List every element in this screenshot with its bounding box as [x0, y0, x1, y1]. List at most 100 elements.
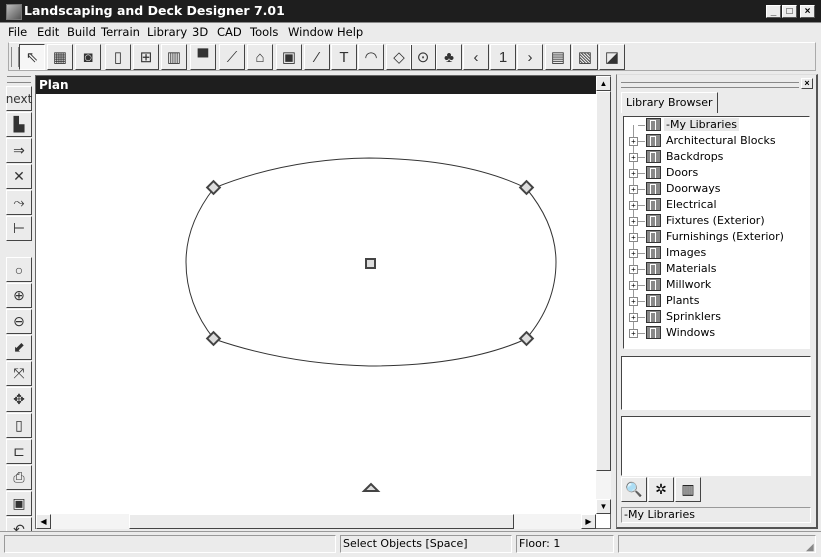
- save-button[interactable]: ▣: [6, 491, 32, 516]
- menu-terrain[interactable]: Terrain: [101, 25, 140, 39]
- floor-number-button[interactable]: 1: [490, 44, 516, 70]
- tree-item[interactable]: + Images: [624, 245, 809, 261]
- tree-item[interactable]: + Sprinklers: [624, 309, 809, 325]
- floor-up-button[interactable]: ›: [517, 44, 543, 70]
- dimension-button[interactable]: ⁄: [304, 44, 330, 70]
- left-toolbar-grip[interactable]: [7, 76, 31, 83]
- expand-icon[interactable]: +: [629, 137, 638, 146]
- tree-item[interactable]: + Materials: [624, 261, 809, 277]
- close-button[interactable]: ×: [800, 5, 815, 18]
- expand-icon[interactable]: +: [629, 313, 638, 322]
- menu-tools[interactable]: Tools: [250, 25, 278, 39]
- stairs-button[interactable]: ⟋: [219, 44, 245, 70]
- floppy-disk-icon: ▣: [12, 495, 26, 511]
- zoom-out-button[interactable]: ⊖: [6, 309, 32, 334]
- electrical-button[interactable]: ▣: [276, 44, 302, 70]
- resize-grip-icon[interactable]: ◢: [806, 542, 814, 553]
- vertical-scrollbar[interactable]: ▲ ▼: [596, 76, 611, 514]
- scroll-left-button[interactable]: ◀: [36, 514, 51, 529]
- tree-item[interactable]: + Backdrops: [624, 149, 809, 165]
- tree-item[interactable]: + Architectural Blocks: [624, 133, 809, 149]
- tree-item[interactable]: + Doors: [624, 165, 809, 181]
- transform-button[interactable]: ⇒: [6, 138, 32, 163]
- vertical-scroll-thumb[interactable]: [596, 91, 611, 471]
- elevation-button[interactable]: ▤: [545, 44, 571, 70]
- terrain-button[interactable]: ◠: [358, 44, 384, 70]
- scroll-right-button[interactable]: ▶: [581, 514, 596, 529]
- zoom-button[interactable]: ○: [6, 257, 32, 282]
- menu-library[interactable]: Library: [147, 25, 187, 39]
- menu-3d[interactable]: 3D: [192, 25, 208, 39]
- next-button[interactable]: next: [6, 86, 32, 111]
- camera-button[interactable]: ◪: [599, 44, 625, 70]
- select-objects-button[interactable]: ⇖: [19, 44, 45, 70]
- menu-window[interactable]: Window: [288, 25, 333, 39]
- door-button[interactable]: ▯: [105, 44, 131, 70]
- edit-terrain-button[interactable]: ⤳: [6, 190, 32, 215]
- undo-zoom-button[interactable]: ⬋: [6, 335, 32, 360]
- tree-root-item[interactable]: -My Libraries: [624, 117, 809, 133]
- horizontal-scroll-thumb[interactable]: [129, 514, 514, 529]
- break-line-button[interactable]: ⊢: [6, 216, 32, 241]
- panel-close-button[interactable]: ×: [801, 78, 813, 89]
- materials-list-icon: ▧: [577, 49, 593, 66]
- arrow-pointer-icon: ⇖: [25, 49, 39, 66]
- expand-icon[interactable]: +: [629, 185, 638, 194]
- new-button[interactable]: ▯: [6, 413, 32, 438]
- toolbar-grip[interactable]: [11, 47, 19, 67]
- tab-library-browser[interactable]: Library Browser: [621, 92, 718, 113]
- minimize-button[interactable]: _: [766, 5, 781, 18]
- zoom-in-button[interactable]: ⊕: [6, 283, 32, 308]
- fill-window-button[interactable]: ⤧: [6, 361, 32, 386]
- horizontal-scrollbar[interactable]: ◀ ▶: [36, 514, 596, 529]
- expand-icon[interactable]: +: [629, 281, 638, 290]
- circle-button[interactable]: ⊙: [410, 44, 436, 70]
- open-object-button[interactable]: ▙: [6, 112, 32, 137]
- scroll-down-button[interactable]: ▼: [596, 499, 611, 514]
- window-button[interactable]: ⊞: [133, 44, 159, 70]
- library-button[interactable]: ▥: [161, 44, 187, 70]
- floor-down-button[interactable]: ‹: [463, 44, 489, 70]
- menu-build[interactable]: Build: [67, 25, 96, 39]
- expand-icon[interactable]: +: [629, 217, 638, 226]
- plan-canvas[interactable]: [36, 94, 596, 514]
- materials-list-button[interactable]: ▧: [572, 44, 598, 70]
- menu-edit[interactable]: Edit: [37, 25, 59, 39]
- menu-file[interactable]: File: [8, 25, 27, 39]
- expand-icon[interactable]: +: [629, 233, 638, 242]
- tree-item[interactable]: + Doorways: [624, 181, 809, 197]
- expand-icon[interactable]: +: [629, 153, 638, 162]
- delete-button[interactable]: ✕: [6, 164, 32, 189]
- tree-item[interactable]: + Furnishings (Exterior): [624, 229, 809, 245]
- menu-cad[interactable]: CAD: [217, 25, 242, 39]
- expand-icon[interactable]: +: [629, 265, 638, 274]
- menu-help[interactable]: Help: [337, 25, 363, 39]
- wall-button[interactable]: ▦: [47, 44, 73, 70]
- deck-button[interactable]: ◇: [386, 44, 412, 70]
- library-search-button[interactable]: 🔍: [621, 477, 647, 502]
- pan-button[interactable]: ✥: [6, 387, 32, 412]
- open-button[interactable]: ⊏: [6, 439, 32, 464]
- curved-wall-button[interactable]: ◙: [75, 44, 101, 70]
- title-bar: Landscaping and Deck Designer 7.01 _ □ ×: [0, 0, 821, 23]
- print-button[interactable]: ⎙: [6, 465, 32, 490]
- expand-icon[interactable]: +: [629, 329, 638, 338]
- library-options-button[interactable]: ▥: [675, 477, 701, 502]
- maximize-button[interactable]: □: [782, 5, 797, 18]
- text-button[interactable]: T: [331, 44, 357, 70]
- tree-item[interactable]: + Electrical: [624, 197, 809, 213]
- tree-item[interactable]: + Fixtures (Exterior): [624, 213, 809, 229]
- expand-icon[interactable]: +: [629, 201, 638, 210]
- panel-grip[interactable]: [621, 82, 799, 88]
- fireplace-button[interactable]: ▀: [190, 44, 216, 70]
- tree-item[interactable]: + Windows: [624, 325, 809, 341]
- tree-item[interactable]: + Plants: [624, 293, 809, 309]
- tree-item[interactable]: + Millwork: [624, 277, 809, 293]
- find-plant-button[interactable]: ✲: [648, 477, 674, 502]
- expand-icon[interactable]: +: [629, 249, 638, 258]
- scroll-up-button[interactable]: ▲: [596, 76, 611, 91]
- plant-button[interactable]: ♣: [436, 44, 462, 70]
- building-button[interactable]: ⌂: [247, 44, 273, 70]
- expand-icon[interactable]: +: [629, 297, 638, 306]
- expand-icon[interactable]: +: [629, 169, 638, 178]
